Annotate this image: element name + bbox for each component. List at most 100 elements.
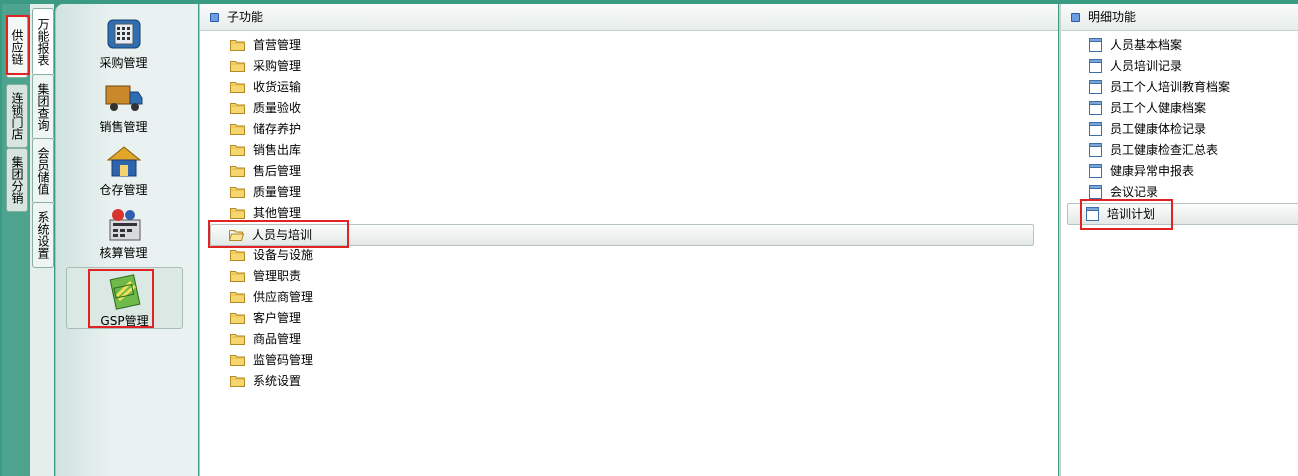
folder-icon <box>230 81 245 93</box>
inner-tab-system-settings[interactable]: 系统设置 <box>32 202 54 268</box>
folder-icon <box>230 165 245 177</box>
header-square-icon <box>1071 12 1080 22</box>
subfunction-item-label: 其他管理 <box>253 206 302 220</box>
subfunction-item-label: 收货运输 <box>253 80 302 94</box>
detail-item-label: 人员培训记录 <box>1110 59 1183 73</box>
gsp-certificate-icon <box>105 274 145 310</box>
detail-item[interactable]: 员工个人健康档案 <box>1089 98 1206 118</box>
folder-icon <box>230 249 245 261</box>
subfunction-item-label: 质量验收 <box>253 101 302 115</box>
subfunction-item[interactable]: 销售出库 <box>230 140 301 160</box>
folder-icon <box>230 312 245 324</box>
subfunction-item-label: 售后管理 <box>253 164 302 178</box>
purchase-phone-icon <box>104 16 144 52</box>
subfunction-item-label: 采购管理 <box>253 59 302 73</box>
inner-tab-bar: 万能报表 集团查询 会员储值 系统设置 <box>30 4 54 476</box>
outer-tab-bar: 供应链 连锁门店 集团分销 <box>2 4 30 476</box>
document-icon <box>1089 80 1102 94</box>
module-accounting[interactable]: 核算管理 <box>66 200 181 260</box>
subfunction-title: 子功能 <box>227 10 264 24</box>
subfunction-header: 子功能 <box>200 4 1058 31</box>
detail-item-label: 人员基本档案 <box>1110 38 1183 52</box>
detail-item[interactable]: 健康异常申报表 <box>1089 161 1194 181</box>
folder-icon <box>230 144 245 156</box>
document-icon <box>1089 164 1102 178</box>
subfunction-pane: 子功能 首营管理采购管理收货运输质量验收储存养护 销售出库售后管理质量管理其他管理… <box>199 4 1058 476</box>
detail-item[interactable]: 员工健康检查汇总表 <box>1089 140 1218 160</box>
detail-title: 明细功能 <box>1088 10 1137 24</box>
folder-icon <box>230 60 245 72</box>
subfunction-item[interactable]: 储存养护 <box>230 119 301 139</box>
detail-item-label: 员工个人培训教育档案 <box>1110 80 1231 94</box>
subfunction-item-label: 质量管理 <box>253 185 302 199</box>
document-icon <box>1089 143 1102 157</box>
detail-item-label: 健康异常申报表 <box>1110 164 1195 178</box>
detail-item-label: 会议记录 <box>1110 185 1159 199</box>
sales-truck-icon <box>104 80 144 116</box>
subfunction-item[interactable]: 管理职责 <box>230 266 301 286</box>
folder-icon <box>230 354 245 366</box>
subfunction-item[interactable]: 质量验收 <box>230 98 301 118</box>
document-icon <box>1089 185 1102 199</box>
header-square-icon <box>210 12 219 22</box>
subfunction-item-label: 管理职责 <box>253 269 302 283</box>
detail-item[interactable]: 员工个人培训教育档案 <box>1089 77 1230 97</box>
document-icon <box>1089 38 1102 52</box>
detail-header: 明细功能 <box>1061 4 1298 31</box>
inner-tab-universal-reports[interactable]: 万能报表 <box>32 8 54 76</box>
detail-item-label: 培训计划 <box>1107 207 1156 221</box>
detail-item[interactable]: 人员培训记录 <box>1089 56 1182 76</box>
subfunction-item[interactable]: 监管码管理 <box>230 350 313 370</box>
subfunction-item[interactable]: 其他管理 <box>230 203 301 223</box>
detail-item[interactable]: 人员基本档案 <box>1089 35 1182 55</box>
module-warehouse[interactable]: 仓存管理 <box>66 137 181 197</box>
detail-item[interactable]: 员工健康体检记录 <box>1089 119 1206 139</box>
subfunction-item[interactable]: 售后管理 <box>230 161 301 181</box>
module-gsp[interactable]: GSP管理 <box>66 267 183 329</box>
subfunction-item[interactable]: 商品管理 <box>230 329 301 349</box>
outer-tab-group-distribution[interactable]: 集团分销 <box>6 148 28 212</box>
module-label: 销售管理 <box>99 120 148 134</box>
module-label: 仓存管理 <box>99 183 148 197</box>
folder-icon <box>230 270 245 282</box>
module-label: 采购管理 <box>99 56 148 70</box>
module-panel: 采购管理 销售管理 仓存管理 核算管理 GSP管理 <box>55 4 198 476</box>
module-label: GSP管理 <box>100 314 149 328</box>
inner-tab-group-query[interactable]: 集团查询 <box>32 74 54 140</box>
module-purchase[interactable]: 采购管理 <box>66 10 181 70</box>
detail-item-label: 员工健康体检记录 <box>1110 122 1207 136</box>
detail-item[interactable]: 培训计划 <box>1067 203 1298 225</box>
subfunction-item[interactable]: 设备与设施 <box>230 245 313 265</box>
detail-item-label: 员工健康检查汇总表 <box>1110 143 1219 157</box>
document-icon <box>1089 59 1102 73</box>
subfunction-item[interactable]: 质量管理 <box>230 182 301 202</box>
subfunction-item[interactable]: 首营管理 <box>230 35 301 55</box>
subfunction-item-label: 系统设置 <box>253 374 302 388</box>
subfunction-item[interactable]: 收货运输 <box>230 77 301 97</box>
module-sales[interactable]: 销售管理 <box>66 74 181 134</box>
folder-icon <box>230 39 245 51</box>
subfunction-item[interactable]: 供应商管理 <box>230 287 313 307</box>
subfunction-item[interactable]: 采购管理 <box>230 56 301 76</box>
detail-item-label: 员工个人健康档案 <box>1110 101 1207 115</box>
subfunction-item-label: 人员与培训 <box>252 228 313 242</box>
subfunction-item[interactable]: 人员与培训 <box>210 224 1034 246</box>
folder-icon <box>230 102 245 114</box>
module-label: 核算管理 <box>99 246 148 260</box>
folder-icon <box>229 229 244 241</box>
subfunction-item[interactable]: 系统设置 <box>230 371 301 391</box>
subfunction-item[interactable]: 客户管理 <box>230 308 301 328</box>
outer-tab-chain-stores[interactable]: 连锁门店 <box>6 84 28 148</box>
document-icon <box>1089 122 1102 136</box>
detail-pane: 明细功能 人员基本档案 人员培训记录员工个人培训教育档案 员工个人健康档案 员工健康体… <box>1059 4 1298 476</box>
document-icon <box>1089 101 1102 115</box>
folder-icon <box>230 123 245 135</box>
inner-tab-member-stored-value[interactable]: 会员储值 <box>32 138 54 204</box>
folder-icon <box>230 207 245 219</box>
document-icon <box>1086 207 1099 221</box>
subfunction-item-label: 设备与设施 <box>253 248 314 262</box>
subfunction-item-label: 客户管理 <box>253 311 302 325</box>
folder-icon <box>230 291 245 303</box>
detail-item[interactable]: 会议记录 <box>1089 182 1158 202</box>
outer-tab-supply-chain[interactable]: 供应链 <box>6 16 28 78</box>
